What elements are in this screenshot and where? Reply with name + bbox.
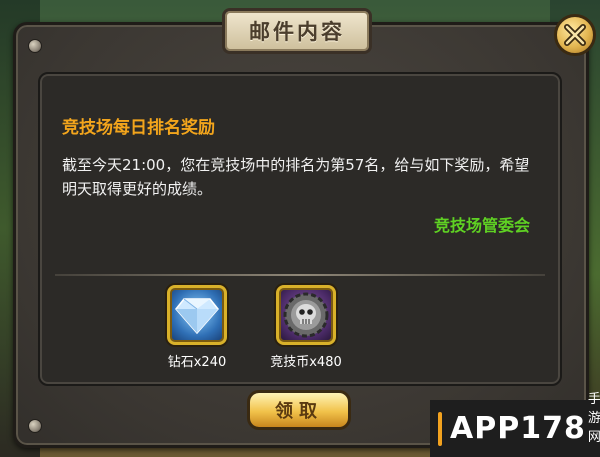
reward-label: 钻石x240 <box>167 355 227 370</box>
close-icon <box>564 24 586 46</box>
rivet-bottom-left <box>28 419 42 433</box>
skull-coin-icon <box>283 292 329 338</box>
divider <box>55 274 545 276</box>
phone-icon <box>438 411 442 446</box>
dialog-title: 邮件内容 <box>249 20 345 44</box>
dialog-title-plaque: 邮件内容 <box>222 8 372 54</box>
reward-item-arena-coin[interactable]: 竞技币x480 <box>261 285 351 370</box>
reward-frame <box>167 285 227 345</box>
claim-button-label: 领取 <box>275 401 323 422</box>
watermark-brand: APP178 <box>450 411 586 446</box>
reward-label: 竞技币x480 <box>270 355 342 370</box>
diamond-icon <box>175 298 219 335</box>
mail-body: 截至今天21:00，您在竞技场中的排名为第57名，给与如下奖励，希望明天取得更好… <box>62 156 530 198</box>
reward-item-diamond[interactable]: 钻石x240 <box>152 285 242 370</box>
watermark-sub: 手游网 <box>587 392 600 445</box>
claim-button[interactable]: 领取 <box>247 390 351 430</box>
close-button[interactable] <box>554 14 596 56</box>
watermark-logo: APP178 手游网 <box>430 392 600 457</box>
mail-sender: 竞技场管委会 <box>433 216 530 235</box>
reward-frame <box>276 285 336 345</box>
rivet-top-left <box>28 39 42 53</box>
mail-subject: 竞技场每日排名奖励 <box>62 118 215 138</box>
